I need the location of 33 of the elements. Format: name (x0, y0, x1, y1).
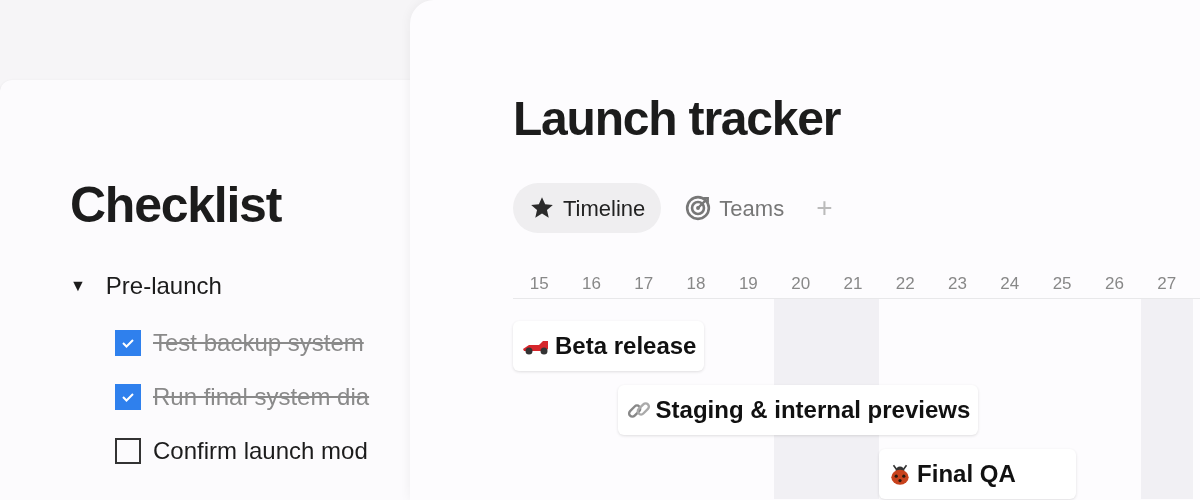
target-icon (685, 195, 712, 221)
day-label: 17 (633, 273, 655, 295)
checkbox[interactable] (115, 384, 141, 410)
collapse-toggle[interactable]: ▼ (70, 274, 86, 298)
day-label: 26 (1103, 273, 1125, 295)
timeline-item-label: Staging & internal previews (655, 395, 971, 425)
day-label: 20 (790, 273, 812, 295)
task-label: Confirm launch mod (153, 436, 368, 466)
tab[interactable]: Teams (669, 183, 801, 233)
checkbox[interactable] (115, 330, 141, 356)
tab[interactable]: Timeline (513, 183, 662, 233)
timeline-item-label: Beta release (555, 331, 697, 361)
timeline-bar[interactable]: Staging & internal previews (617, 385, 979, 435)
day-label: 19 (737, 273, 759, 295)
day-label: 16 (581, 273, 602, 295)
day-label: 15 (528, 273, 550, 295)
page-title: Launch tracker (513, 95, 842, 143)
day-label: 21 (842, 273, 864, 295)
day-label: 23 (947, 273, 968, 295)
day-label: 27 (1156, 273, 1178, 295)
timeline-item-label: Final QA (917, 459, 1016, 489)
timeline-bar[interactable]: Final QA (879, 449, 1077, 499)
day-label: 24 (999, 273, 1021, 295)
task-label: Test backup system (153, 328, 364, 358)
day-label: 22 (894, 273, 916, 295)
checkbox[interactable] (115, 438, 141, 464)
star-icon (529, 195, 555, 221)
day-label: 18 (685, 273, 707, 295)
group-label: Pre-launch (105, 271, 222, 301)
timeline-bar[interactable]: Beta release (513, 321, 705, 371)
page-title: Checklist (70, 180, 283, 230)
day-label: 25 (1051, 273, 1073, 295)
task-label: Run final system dia (153, 382, 370, 412)
